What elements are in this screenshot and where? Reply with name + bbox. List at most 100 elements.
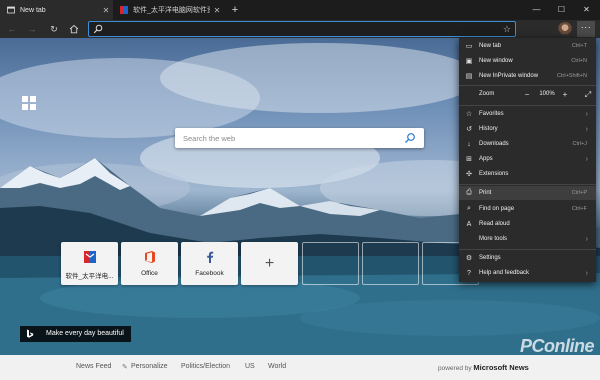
news-bar: News Feed ✎ Personalize Politics/Electio… [0,355,600,380]
chevron-right-icon: › [585,110,588,118]
plus-icon: + [264,255,275,272]
menu-item-label: New window [479,58,513,64]
favorite-star-icon[interactable]: ☆ [503,23,511,35]
news-item-us[interactable]: US [245,363,255,370]
chevron-right-icon: › [585,155,588,163]
menu-item-label: Help and feedback [479,270,530,276]
chevron-right-icon: › [585,235,588,243]
close-window-icon[interactable]: ✕ [574,0,599,20]
menu-item-apps[interactable]: ⊞ Apps › [459,152,596,166]
menu-item-label: Find on page [479,206,515,212]
caption-text: Make every day beautiful [46,330,124,337]
search-input[interactable] [183,131,393,145]
menu-item-downloads[interactable]: ↓ Downloads Ctrl+J [459,137,596,151]
menu-item-new-tab[interactable]: ▭ New tab Ctrl+T [459,39,596,53]
news-item-politics[interactable]: Politics/Election [181,363,230,370]
tab-close-icon[interactable]: ✕ [210,6,224,15]
fullscreen-icon[interactable]: ⤢ [581,88,595,102]
menu-item-shortcut: Ctrl+F [571,206,587,212]
menu-item-shortcut: Ctrl+P [571,190,587,196]
menu-item-find-on-page[interactable]: ⌕ Find on page Ctrl+F [459,202,596,216]
menu-item-read-aloud[interactable]: A Read aloud [459,217,596,231]
find-icon: ⌕ [467,205,471,212]
add-quick-link-button[interactable]: + [241,242,298,285]
menu-item-settings[interactable]: ⚙ Settings [459,251,596,265]
menu-divider [459,184,596,185]
quick-link-label: Office [141,270,158,277]
zoom-in-button[interactable]: + [558,88,572,102]
zoom-value: 100% [539,91,555,97]
settings-icon: ⚙ [465,255,473,262]
menu-item-new-inprivate-window[interactable]: ▤ New InPrivate window Ctrl+Shift+N [459,69,596,83]
new-tab-icon: ▭ [465,43,473,50]
menu-item-label: Read aloud [479,221,510,227]
chevron-right-icon: › [585,125,588,133]
inprivate-icon: ▤ [465,73,473,80]
address-bar[interactable]: ☆ [88,21,516,37]
favorites-icon: ☆ [465,111,473,118]
tab-pconline[interactable]: 软件_太平洋电脑网软件资讯频道 ✕ [114,0,224,20]
tab-label: 软件_太平洋电脑网软件资讯频道 [133,7,210,14]
read-aloud-icon: A [466,220,472,228]
facebook-icon [207,251,214,263]
menu-divider [459,85,596,86]
news-item-news-feed[interactable]: News Feed [76,363,111,370]
forward-icon[interactable]: → [24,21,40,37]
menu-item-more-tools[interactable]: More tools › [459,232,596,246]
quick-link-label: 软件_太平洋电... [65,273,114,280]
pencil-icon: ✎ [122,364,128,371]
address-input[interactable] [105,23,485,35]
image-caption[interactable]: Make every day beautiful [20,326,131,342]
menu-item-extensions[interactable]: ✣ Extensions [459,167,596,181]
menu-item-print[interactable]: ⎙ Print Ctrl+P [459,186,596,200]
profile-avatar[interactable] [558,22,572,36]
print-icon: ⎙ [466,189,472,196]
tab-new-tab[interactable]: New tab ✕ [0,0,113,20]
back-icon[interactable]: ← [4,21,20,37]
office-icon [145,251,155,263]
powered-prefix: powered by [438,365,472,372]
quick-link-office[interactable]: Office [121,242,178,285]
maximize-icon[interactable]: ☐ [549,0,574,20]
menu-item-shortcut: Ctrl+T [571,43,587,49]
menu-item-history[interactable]: ↺ History › [459,122,596,136]
news-item-world[interactable]: World [268,363,286,370]
home-icon[interactable] [66,21,82,37]
search-icon[interactable] [404,132,416,144]
quick-link-label: Facebook [195,270,224,277]
apps-icon: ⊞ [466,156,472,163]
menu-item-label: Downloads [479,141,509,147]
menu-item-label: History [479,126,498,132]
empty-quick-link-slot [302,242,359,285]
chevron-right-icon: › [585,269,588,277]
help-icon: ? [467,269,471,277]
menu-item-favorites[interactable]: ☆ Favorites › [459,107,596,121]
menu-item-label: New InPrivate window [479,73,539,79]
home-glyph [69,24,79,34]
minimize-icon[interactable]: — [524,0,549,20]
empty-quick-link-slot [362,242,419,285]
news-item-personalize[interactable]: Personalize [131,363,168,370]
menu-item-shortcut: Ctrl+Shift+N [557,73,587,79]
watermark-logo: PConline [520,336,595,356]
quick-link-pconline[interactable]: 软件_太平洋电... [61,242,118,285]
pconline-favicon-icon [120,6,128,14]
tab-close-icon[interactable]: ✕ [99,6,113,15]
quick-link-facebook[interactable]: Facebook [181,242,238,285]
menu-item-label: Apps [479,156,493,162]
web-search-box[interactable] [175,128,424,148]
menu-item-help-and-feedback[interactable]: ? Help and feedback › [459,266,596,280]
new-tab-page-icon [7,6,15,14]
history-icon: ↺ [466,126,472,133]
zoom-out-button[interactable]: − [520,88,534,102]
settings-more-icon[interactable]: ··· [577,21,595,37]
menu-item-label: Favorites [479,111,504,117]
refresh-icon[interactable]: ↻ [46,21,62,37]
windows-logo-icon [22,96,36,110]
bing-icon [27,329,34,338]
menu-item-new-window[interactable]: ▣ New window Ctrl+N [459,54,596,68]
menu-divider [459,105,596,106]
menu-item-shortcut: Ctrl+N [571,58,587,64]
extensions-icon: ✣ [466,171,472,178]
new-tab-button[interactable]: + [228,3,242,17]
